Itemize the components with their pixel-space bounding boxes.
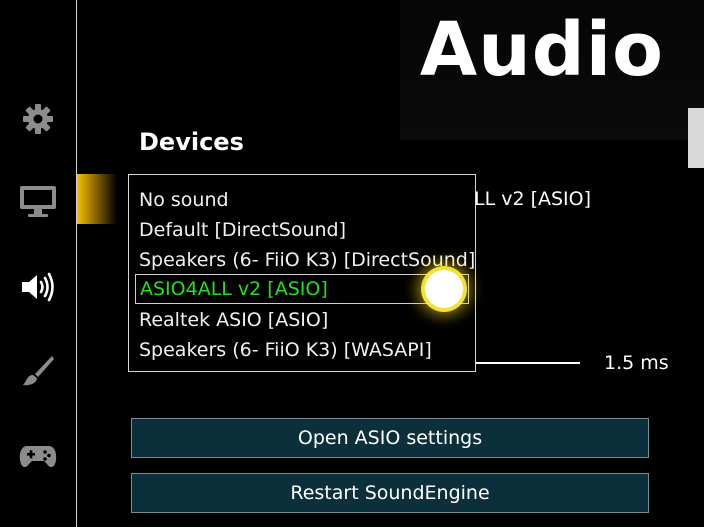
gear-icon — [23, 104, 53, 134]
sidebar — [0, 0, 77, 527]
latency-slider[interactable] — [476, 362, 580, 364]
dropdown-option[interactable]: Speakers (6- FiiO K3) [WASAPI] — [135, 335, 469, 365]
restart-soundengine-button[interactable]: Restart SoundEngine — [131, 473, 649, 513]
dropdown-option[interactable]: Speakers (6- FiiO K3) [DirectSound] — [135, 245, 475, 275]
dropdown-option[interactable]: No sound — [135, 185, 469, 215]
section-heading-devices: Devices — [139, 128, 244, 156]
sidebar-item-audio[interactable] — [0, 262, 76, 312]
active-section-indicator — [77, 174, 117, 224]
sidebar-item-settings[interactable] — [0, 94, 76, 144]
speaker-icon — [22, 272, 54, 302]
sidebar-item-display[interactable] — [0, 176, 76, 226]
scrollbar-thumb[interactable] — [688, 108, 704, 168]
latency-value: 1.5 ms — [604, 352, 669, 374]
dropdown-option[interactable]: Default [DirectSound] — [135, 215, 469, 245]
open-asio-settings-button[interactable]: Open ASIO settings — [131, 418, 649, 458]
cursor — [425, 270, 463, 308]
gamepad-icon — [19, 446, 57, 468]
sidebar-item-input[interactable] — [0, 432, 76, 482]
page-title: Audio — [419, 7, 664, 93]
device-select-value[interactable]: LL v2 [ASIO] — [474, 188, 591, 210]
dropdown-option[interactable]: Realtek ASIO [ASIO] — [135, 305, 469, 335]
dropdown-option-selected[interactable]: ASIO4ALL v2 [ASIO] — [135, 274, 469, 304]
device-dropdown: No sound Default [DirectSound] Speakers … — [128, 174, 476, 372]
sidebar-item-skin[interactable] — [0, 346, 76, 396]
paintbrush-icon — [23, 356, 54, 386]
monitor-icon — [20, 186, 56, 217]
